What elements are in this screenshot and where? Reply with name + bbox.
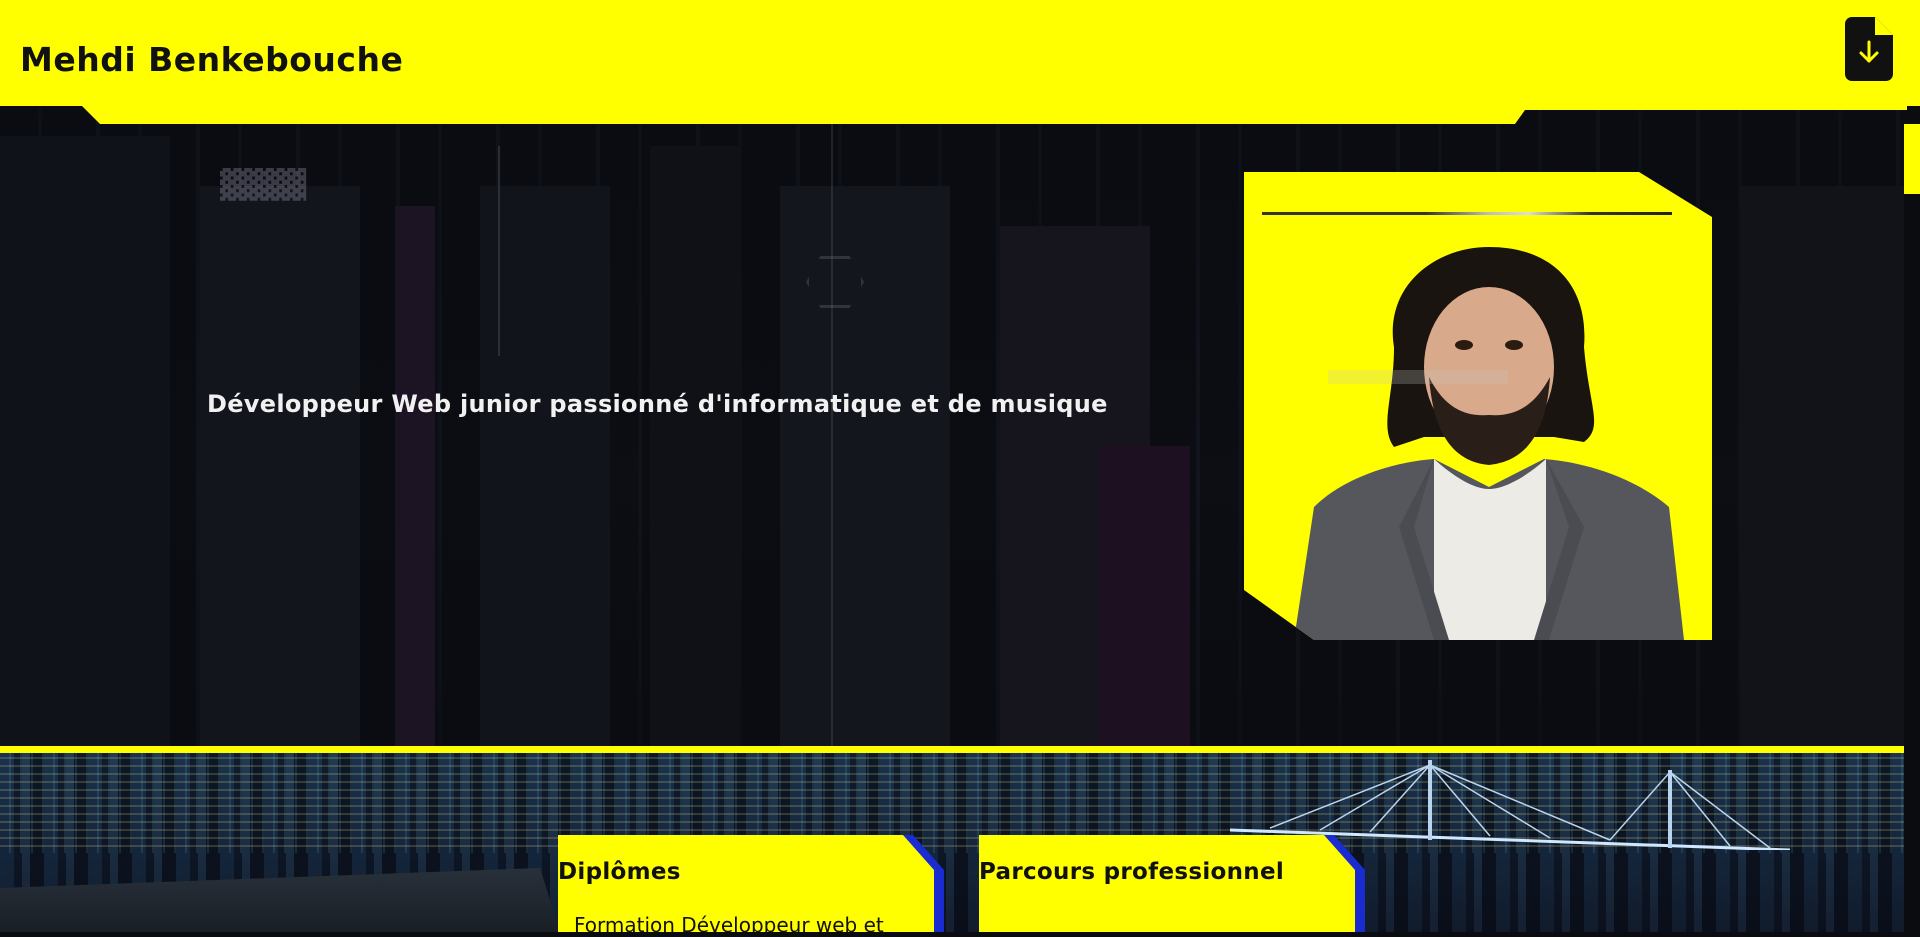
skyline-building (395, 206, 435, 746)
skyline-building (0, 136, 170, 746)
diplomas-card: Diplômes Formation Développeur web et (558, 835, 934, 932)
hero-section: ▓▓▓▓ Développeur Web junior passionné d'… (0, 106, 1904, 746)
hero-tagline: Développeur Web junior passionné d'infor… (207, 390, 1108, 418)
skyline-building (780, 186, 950, 746)
site-title[interactable]: Mehdi Benkebouche (20, 40, 403, 79)
portrait-image (1294, 247, 1684, 640)
hero-divider (0, 746, 1904, 753)
career-card: Parcours professionnel (979, 835, 1355, 932)
billboard-decoration (498, 146, 540, 356)
portrait-decor-line (1262, 212, 1672, 215)
skyline-building (200, 186, 360, 746)
skyline-building (1740, 186, 1904, 746)
billboard-decoration: ▓▓▓▓ (220, 168, 307, 201)
pole-decoration (831, 106, 833, 746)
diplomas-title: Diplômes (558, 859, 681, 885)
skyline-building (1100, 446, 1190, 746)
file-download-icon (1859, 40, 1879, 63)
accent-strip (1904, 124, 1920, 194)
diploma-item: Formation Développeur web et (574, 913, 884, 937)
portrait-glitch-band (1328, 370, 1508, 384)
portrait-frame (1244, 172, 1712, 640)
site-header: Mehdi Benkebouche (0, 0, 1920, 124)
career-title: Parcours professionnel (979, 859, 1285, 885)
skyline-building (650, 146, 740, 746)
